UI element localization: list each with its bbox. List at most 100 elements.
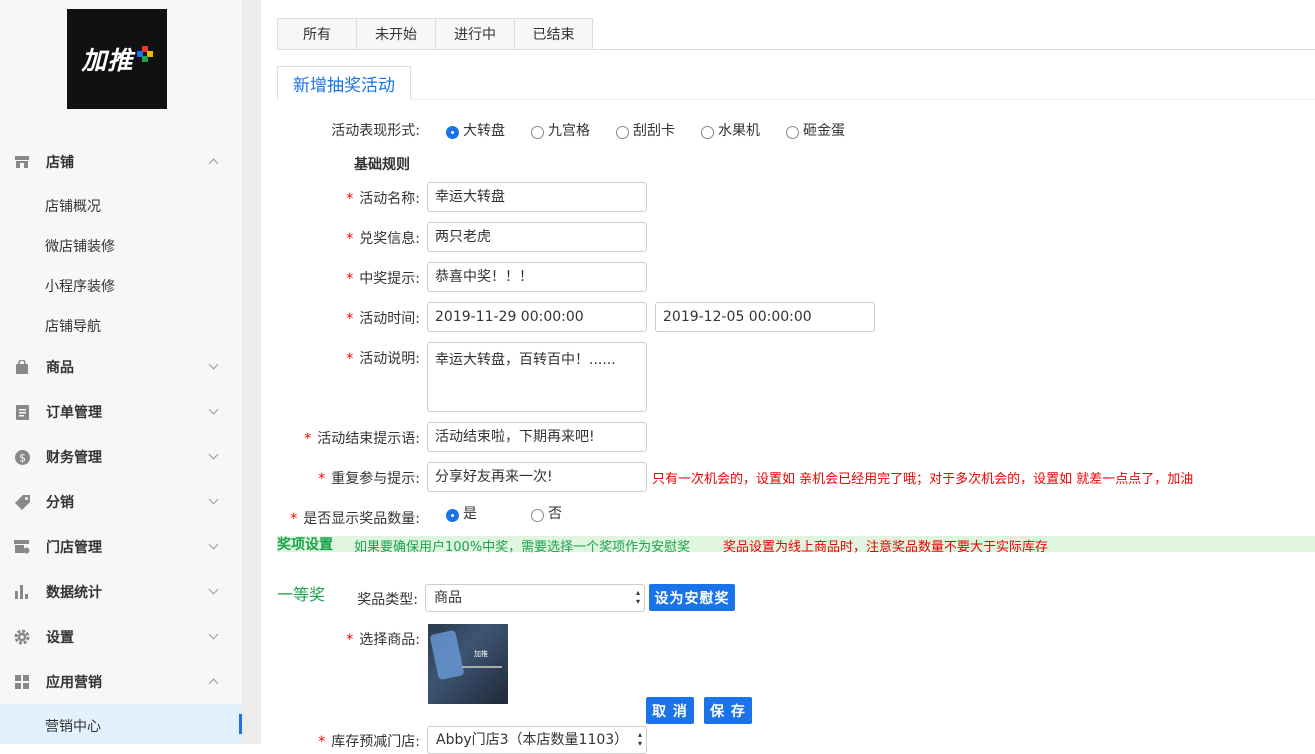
chevron-up-icon (208, 678, 219, 689)
shop-settings-icon (14, 539, 30, 555)
nav-label-finance: 财务管理 (46, 450, 102, 466)
nav-group-goods[interactable]: 商品 (0, 351, 242, 383)
nav-group-app-marketing[interactable]: 应用营销 (0, 666, 242, 698)
tab-not-started[interactable]: 未开始 (356, 18, 435, 50)
logo-text: 加推 (81, 46, 134, 75)
prize-info-label: * 兑奖信息: (346, 231, 420, 247)
bar-chart-icon (14, 584, 30, 600)
name-label: * 活动名称: (346, 191, 420, 207)
tag-icon (14, 494, 30, 510)
chevron-down-icon (208, 539, 219, 550)
radio-show-count-no[interactable] (531, 509, 544, 522)
radio-fruit-machine[interactable] (701, 126, 714, 139)
nav-group-orders[interactable]: 订单管理 (0, 396, 242, 428)
nav-group-distribution[interactable]: 分销 (0, 486, 242, 518)
nav-group-finance[interactable]: $ 财务管理 (0, 441, 242, 473)
chevron-down-icon (208, 494, 219, 505)
prize-info-input[interactable]: 两只老虎 (427, 222, 647, 252)
thumbnail-line (462, 666, 502, 668)
status-tabs: 所有 未开始 进行中 已结束 (277, 18, 1315, 50)
nav-label-distribution: 分销 (46, 495, 74, 511)
sidebar-item-micro-store-decoration[interactable]: 微店铺装修 (45, 236, 115, 256)
chevron-down-icon (208, 584, 219, 595)
thumbnail-caption: 加推 (474, 650, 488, 658)
style-label: 活动表现形式: (331, 123, 420, 139)
nav-label-goods: 商品 (46, 360, 74, 376)
tab-in-progress[interactable]: 进行中 (435, 18, 514, 50)
nav-label-orders: 订单管理 (46, 405, 102, 421)
radio-label: 否 (548, 506, 562, 522)
store-select[interactable]: Abby门店3（本店数量1103） (427, 726, 647, 754)
desc-textarea[interactable]: 幸运大转盘，百转百中！...... (427, 342, 647, 412)
nav-group-statistics[interactable]: 数据统计 (0, 576, 242, 608)
sidebar-item-label: 营销中心 (45, 719, 101, 735)
radio-nine-grid[interactable] (531, 126, 544, 139)
tab-new-lottery[interactable]: 新增抽奖活动 (277, 66, 411, 100)
sidebar-item-store-navigation[interactable]: 店铺导航 (45, 316, 101, 336)
sidebar-item-marketing-center[interactable]: 营销中心 (0, 704, 242, 744)
chevron-up-icon (208, 158, 219, 169)
product-label: * 选择商品: (346, 632, 420, 648)
prize-settings-title: 奖项设置 (277, 537, 333, 553)
nav-group-settings[interactable]: 设置 (0, 621, 242, 653)
logo-mark-icon (136, 46, 153, 62)
cancel-button[interactable]: 取 消 (646, 697, 694, 724)
store-icon (14, 154, 30, 170)
chevron-down-icon (208, 404, 219, 415)
product-thumbnail[interactable]: 加推 (428, 624, 508, 704)
chevron-down-icon (208, 629, 219, 640)
tab-all[interactable]: 所有 (277, 18, 356, 50)
save-button[interactable]: 保 存 (704, 697, 752, 724)
radio-label: 大转盘 (463, 123, 505, 139)
radio-label: 九宫格 (548, 123, 590, 139)
nav-group-store[interactable]: 店铺 (0, 146, 242, 178)
radio-scratch-card[interactable] (616, 126, 629, 139)
win-tip-label: * 中奖提示: (346, 271, 420, 287)
prize-type-label: 奖品类型: (357, 592, 418, 608)
nav-label-app-marketing: 应用营销 (46, 675, 102, 691)
end-time-input[interactable]: 2019-12-05 00:00:00 (655, 302, 875, 332)
repeat-tip-hint: 只有一次机会的，设置如 亲机会已经用完了哦；对于多次机会的，设置如 就差一点点了… (652, 472, 1194, 487)
store-label: * 库存预减门店: (318, 734, 420, 750)
prize-type-select[interactable]: 商品 (425, 584, 645, 612)
desc-label: * 活动说明: (346, 351, 420, 367)
finance-icon: $ (14, 449, 30, 465)
divider (411, 99, 1315, 100)
nav-label-store: 店铺 (46, 155, 74, 171)
section-basic-rules: 基础规则 (354, 157, 410, 173)
win-tip-input[interactable]: 恭喜中奖！！！ (427, 262, 647, 292)
radio-label: 砸金蛋 (803, 123, 845, 139)
end-tip-label: * 活动结束提示语: (304, 431, 420, 447)
time-label: * 活动时间: (346, 311, 420, 327)
prize-settings-hint: 如果要确保用户100%中奖，需要选择一个奖项作为安慰奖 (354, 540, 691, 555)
tab-ended[interactable]: 已结束 (514, 18, 593, 50)
sidebar-item-store-overview[interactable]: 店铺概况 (45, 196, 101, 216)
set-consolation-button[interactable]: 设为安慰奖 (649, 584, 735, 611)
sidebar-item-miniprogram-decoration[interactable]: 小程序装修 (45, 276, 115, 296)
radio-label: 水果机 (718, 123, 760, 139)
start-time-input[interactable]: 2019-11-29 00:00:00 (427, 302, 647, 332)
radio-show-count-yes[interactable] (446, 509, 459, 522)
logo: 加推 (67, 9, 167, 109)
sidebar: 加推 店铺 店铺概况 微店铺装修 小程序装修 店铺导航 商品 订单管理 $ 财务… (0, 0, 242, 744)
gear-icon (14, 629, 30, 645)
svg-text:$: $ (19, 451, 26, 464)
chevron-down-icon (208, 359, 219, 370)
prize-settings-warning: 奖品设置为线上商品时，注意奖品数量不要大于实际库存 (723, 540, 1049, 555)
nav-label-statistics: 数据统计 (46, 585, 102, 601)
bag-icon (14, 359, 30, 375)
order-icon (14, 404, 30, 420)
nav-label-settings: 设置 (46, 630, 74, 646)
chevron-down-icon (208, 449, 219, 460)
end-tip-input[interactable]: 活动结束啦，下期再来吧! (427, 422, 647, 452)
radio-golden-egg[interactable] (786, 126, 799, 139)
radio-big-wheel[interactable] (446, 126, 459, 139)
radio-label: 刮刮卡 (633, 123, 675, 139)
phone-image (429, 629, 465, 681)
name-input[interactable]: 幸运大转盘 (427, 182, 647, 212)
repeat-tip-input[interactable]: 分享好友再来一次! (427, 462, 647, 492)
show-count-label: * 是否显示奖品数量: (290, 511, 420, 527)
sidebar-divider (242, 0, 261, 744)
nav-group-shop-management[interactable]: 门店管理 (0, 531, 242, 563)
repeat-tip-label: * 重复参与提示: (318, 471, 420, 487)
